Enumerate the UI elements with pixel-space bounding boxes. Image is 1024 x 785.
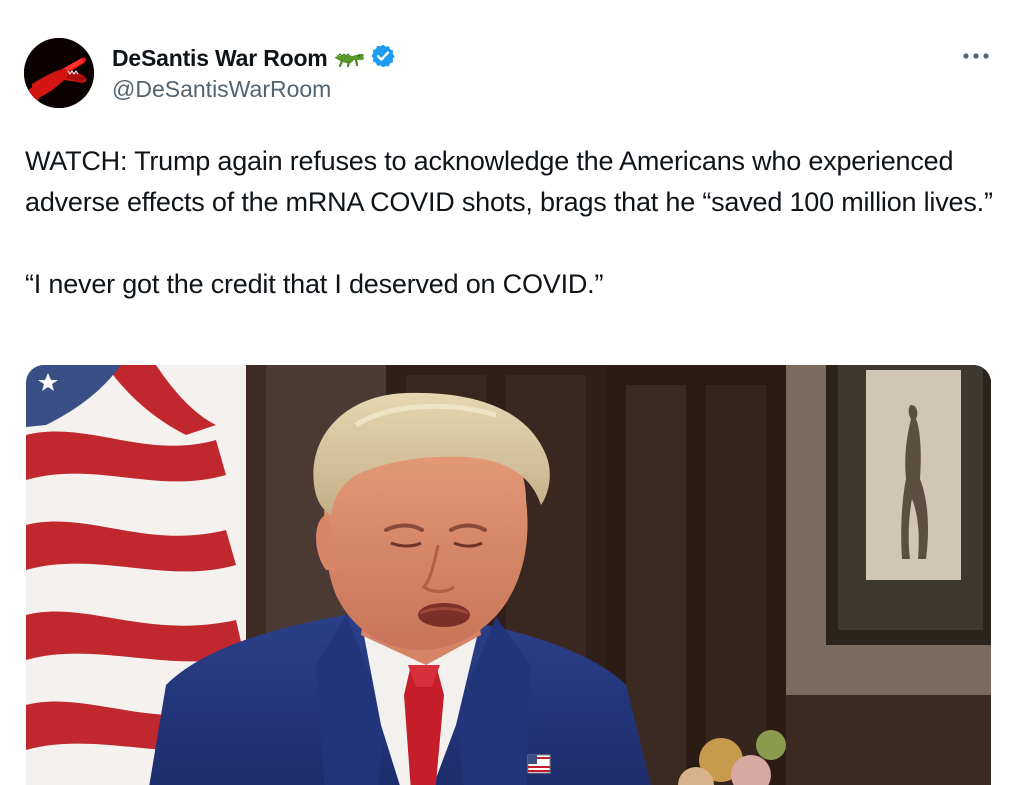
red-alligator-avatar-icon: [24, 38, 94, 108]
avatar[interactable]: [24, 38, 94, 108]
alligator-icon: [334, 49, 366, 72]
tweet-header: DeSantis War Room @DeSantisWarRoom: [24, 38, 396, 110]
verified-badge-icon[interactable]: [370, 43, 396, 74]
more-options-button[interactable]: [956, 40, 996, 72]
more-options-icon: [963, 53, 989, 59]
display-name[interactable]: DeSantis War Room: [112, 45, 328, 72]
tweet-card: DeSantis War Room @DeSantisWarRoom WATCH…: [0, 0, 1024, 785]
name-row: DeSantis War Room: [112, 42, 396, 74]
video-thumbnail-image: [26, 365, 991, 785]
tweet-text: WATCH: Trump again refuses to acknowledg…: [25, 146, 993, 299]
tweet-media-video[interactable]: [26, 365, 991, 785]
author-names: DeSantis War Room @DeSantisWarRoom: [112, 42, 396, 103]
author-handle[interactable]: @DeSantisWarRoom: [112, 76, 396, 103]
